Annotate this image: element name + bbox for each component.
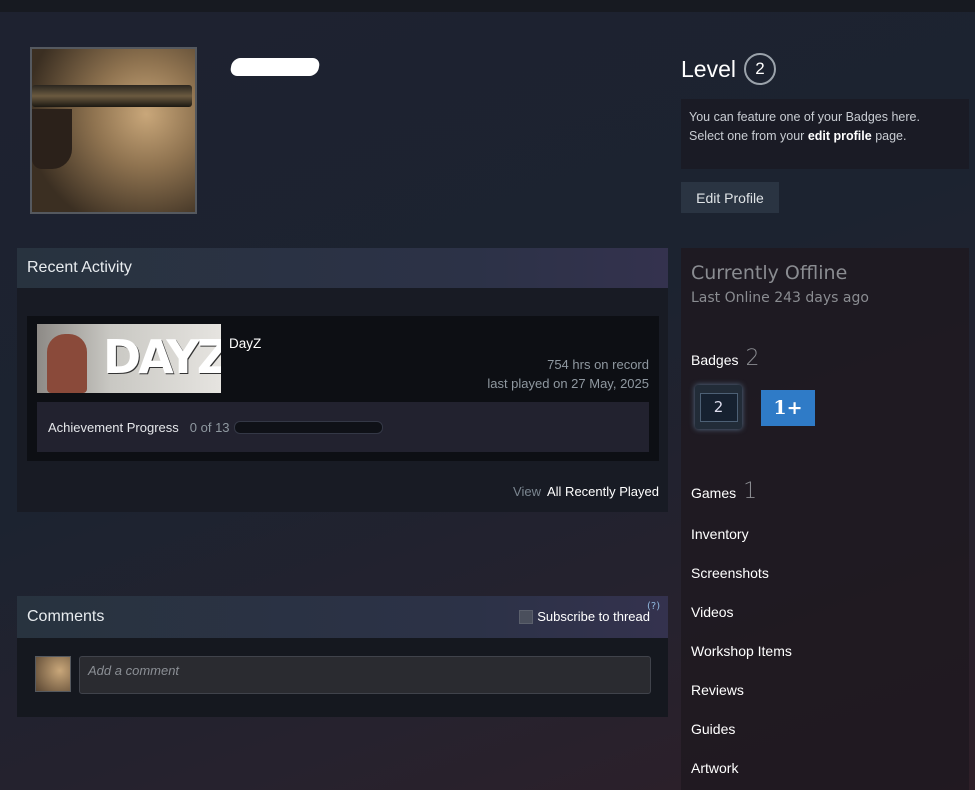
help-icon[interactable]: (?) xyxy=(647,601,660,612)
commenter-avatar xyxy=(35,656,71,692)
badge-level[interactable]: 2 xyxy=(695,385,742,429)
profile-avatar xyxy=(30,47,197,214)
reviews-link[interactable]: Reviews xyxy=(691,682,744,698)
featured-badge-box: You can feature one of your Badges here.… xyxy=(681,99,969,169)
screenshots-link[interactable]: Screenshots xyxy=(691,565,769,581)
subscribe-checkbox[interactable]: Subscribe to thread xyxy=(519,609,650,624)
guides-link[interactable]: Guides xyxy=(691,721,735,737)
inventory-link[interactable]: Inventory xyxy=(691,526,749,542)
subscribe-label: Subscribe to thread xyxy=(537,609,650,624)
edit-profile-button[interactable]: Edit Profile xyxy=(681,182,779,213)
level-label: Level xyxy=(681,55,736,82)
achievement-label: Achievement Progress xyxy=(48,419,179,435)
top-bar xyxy=(0,0,975,12)
section-title: Recent Activity xyxy=(27,259,132,276)
feature-text: Select one from your xyxy=(689,129,808,143)
games-count: 1 xyxy=(743,479,758,504)
feature-text: You can feature one of your Badges here. xyxy=(689,110,920,124)
view-label: View xyxy=(513,484,541,499)
achievement-progress[interactable]: Achievement Progress 0 of 13 xyxy=(37,402,649,452)
level-number: 2 xyxy=(743,53,776,85)
games-link[interactable]: Games 1 xyxy=(691,479,757,504)
all-recently-played-link[interactable]: All Recently Played xyxy=(547,484,659,499)
hours-on-record: 754 hrs on record xyxy=(547,357,649,372)
checkbox-icon[interactable] xyxy=(519,609,534,624)
view-all-recently-played[interactable]: View All Recently Played xyxy=(513,484,659,499)
badge-level-text: 2 xyxy=(699,392,738,422)
videos-link[interactable]: Videos xyxy=(691,604,734,620)
game-logo: DAYZ xyxy=(103,330,221,384)
badge-years[interactable]: 1+ xyxy=(761,390,815,426)
last-played: last played on 27 May, 2025 xyxy=(487,376,649,391)
level-display: Level 2 xyxy=(681,53,776,85)
workshop-items-link[interactable]: Workshop Items xyxy=(691,643,792,659)
recent-activity-header: Recent Activity xyxy=(17,248,668,288)
games-label: Games xyxy=(691,485,737,501)
artwork-link[interactable]: Artwork xyxy=(691,760,738,776)
game-capsule-image[interactable]: DAYZ xyxy=(37,324,221,393)
online-status: Currently Offline xyxy=(691,262,848,284)
section-title: Comments xyxy=(27,608,105,625)
comment-input[interactable]: Add a comment xyxy=(79,656,651,694)
achievement-count: 0 of 13 xyxy=(189,419,230,435)
last-online: Last Online 243 days ago xyxy=(691,290,869,306)
edit-profile-link[interactable]: edit profile xyxy=(808,129,872,143)
badges-label: Badges xyxy=(691,352,739,368)
badges-link[interactable]: Badges 2 xyxy=(691,346,759,371)
right-column-panel xyxy=(681,248,969,790)
game-title-link[interactable]: DayZ xyxy=(229,336,261,351)
achievement-progress-bar xyxy=(233,420,383,434)
badges-count: 2 xyxy=(745,346,760,371)
feature-text: page. xyxy=(871,129,907,143)
redacted-username xyxy=(229,58,321,76)
